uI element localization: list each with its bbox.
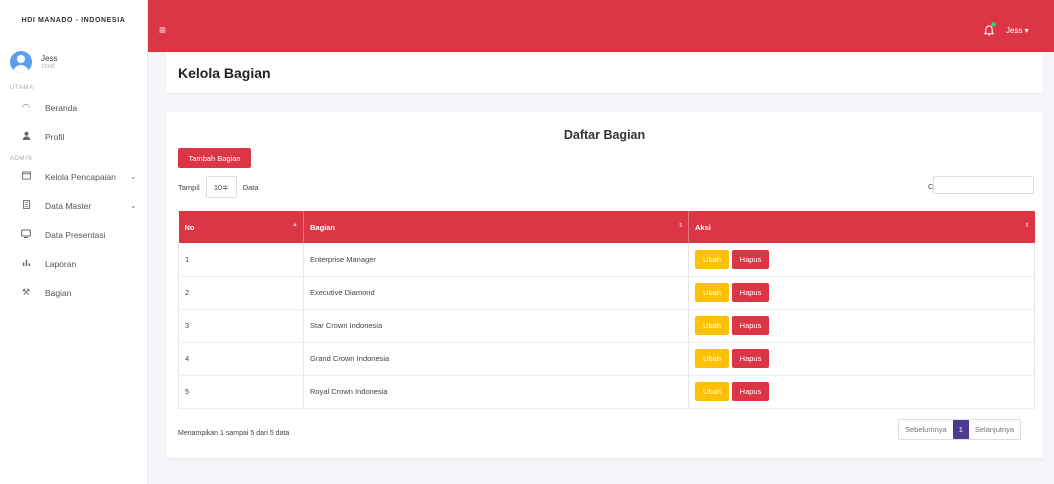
edit-button[interactable]: Ubah bbox=[695, 349, 729, 368]
sidebar-item-data-presentasi[interactable]: Data Presentasi bbox=[0, 220, 147, 249]
cell-aksi: Ubah Hapus bbox=[688, 375, 1035, 409]
page-title: Kelola Bagian bbox=[178, 65, 271, 81]
cell-aksi: Ubah Hapus bbox=[688, 309, 1035, 343]
delete-button[interactable]: Hapus bbox=[732, 316, 769, 335]
column-header-bagian[interactable]: Bagian ⇕ bbox=[303, 211, 689, 243]
search-input[interactable] bbox=[933, 176, 1034, 194]
bagian-card: Daftar Bagian Tambah Bagian Tampil 10≑ D… bbox=[166, 112, 1043, 458]
table-row: 3 Star Crown Indonesia Ubah Hapus bbox=[178, 309, 1035, 343]
card-title: Daftar Bagian bbox=[563, 128, 646, 142]
table-row: 2 Executive Diamond Ubah Hapus bbox=[178, 276, 1035, 310]
cell-bagian: Grand Crown Indonesia bbox=[303, 342, 689, 376]
gauge-icon: ◠ bbox=[22, 102, 30, 112]
cell-aksi: Ubah Hapus bbox=[688, 342, 1035, 376]
sidebar-item-label: Data Presentasi bbox=[45, 229, 106, 240]
table-row: 4 Grand Crown Indonesia Ubah Hapus bbox=[178, 342, 1035, 376]
page-length-control: Tampil 10≑ Data bbox=[178, 176, 259, 198]
delete-button[interactable]: Hapus bbox=[732, 349, 769, 368]
pagination-prev[interactable]: Sebelumnya bbox=[899, 420, 953, 439]
cell-aksi: Ubah Hapus bbox=[688, 276, 1035, 310]
sidebar-item-beranda[interactable]: ◠ Beranda bbox=[0, 93, 147, 122]
cell-no: 1 bbox=[178, 243, 304, 277]
delete-button[interactable]: Hapus bbox=[732, 283, 769, 302]
user-icon bbox=[21, 131, 31, 142]
cell-no: 3 bbox=[178, 309, 304, 343]
sidebar-item-data-master[interactable]: Data Master ⌄ bbox=[0, 191, 147, 220]
pagination-page-1[interactable]: 1 bbox=[952, 420, 969, 439]
cell-bagian: Enterprise Manager bbox=[303, 243, 689, 277]
table-header-row: No ▲ Bagian ⇕ Aksi ⇕ bbox=[178, 211, 1035, 243]
sidebar-item-bagian[interactable]: ⚒ Bagian bbox=[0, 278, 147, 307]
page-header: Kelola Bagian bbox=[166, 53, 1043, 93]
table-row: 1 Enterprise Manager Ubah Hapus bbox=[178, 243, 1035, 277]
edit-button[interactable]: Ubah bbox=[695, 382, 729, 401]
cell-no: 5 bbox=[178, 375, 304, 409]
avatar bbox=[10, 51, 32, 73]
cell-aksi: Ubah Hapus bbox=[688, 243, 1035, 277]
sidebar: HDI MANADO - INDONESIA Jess 12345 UTAMA … bbox=[0, 0, 148, 484]
cell-bagian: Executive Diamond bbox=[303, 276, 689, 310]
sidebar-item-kelola-pencapaian[interactable]: Kelola Pencapaian ⌄ bbox=[0, 162, 147, 191]
sidebar-item-label: Laporan bbox=[45, 258, 77, 269]
edit-button[interactable]: Ubah bbox=[695, 249, 729, 269]
user-menu-dropdown[interactable]: Jess ▾ bbox=[1006, 26, 1029, 35]
show-suffix-label: Data bbox=[242, 182, 259, 192]
cell-bagian: Star Crown Indonesia bbox=[303, 309, 689, 343]
topbar: ≡ Jess ▾ bbox=[148, 0, 1054, 52]
bar-chart-icon bbox=[21, 258, 31, 269]
sidebar-item-label: Kelola Pencapaian bbox=[45, 171, 116, 182]
page-length-select[interactable]: 10≑ bbox=[205, 176, 237, 198]
tools-icon: ⚒ bbox=[21, 287, 31, 297]
document-icon bbox=[21, 200, 31, 211]
brand-title: HDI MANADO - INDONESIA bbox=[21, 16, 126, 24]
show-prefix-label: Tampil bbox=[178, 182, 200, 192]
sort-icon: ⇕ bbox=[677, 223, 683, 229]
table-row: 5 Royal Crown Indonesia Ubah Hapus bbox=[178, 375, 1035, 409]
sidebar-item-laporan[interactable]: Laporan bbox=[0, 249, 147, 278]
pagination-next[interactable]: Selanjutnya bbox=[969, 420, 1020, 439]
user-name: Jess bbox=[41, 54, 58, 64]
bell-icon[interactable] bbox=[983, 25, 995, 39]
section-utama: UTAMA bbox=[10, 85, 34, 91]
cell-no: 4 bbox=[178, 342, 304, 376]
delete-button[interactable]: Hapus bbox=[732, 249, 769, 269]
column-header-no[interactable]: No ▲ bbox=[178, 211, 304, 243]
chevron-down-icon: ⌄ bbox=[130, 201, 137, 210]
user-id: 12345 bbox=[41, 63, 55, 70]
edit-button[interactable]: Ubah bbox=[695, 283, 729, 302]
sort-icon: ⇕ bbox=[1024, 223, 1030, 229]
table-info: Menampikan 1 sampai 5 dari 5 data bbox=[178, 430, 290, 437]
notification-dot bbox=[991, 22, 996, 27]
sort-asc-icon: ▲ bbox=[292, 222, 298, 228]
delete-button[interactable]: Hapus bbox=[732, 382, 769, 401]
add-bagian-button[interactable]: Tambah Bagian bbox=[178, 148, 251, 168]
chevron-down-icon: ⌄ bbox=[130, 172, 137, 181]
user-panel: Jess 12345 bbox=[0, 40, 147, 73]
window-icon bbox=[21, 171, 31, 182]
hamburger-menu-icon[interactable]: ≡ bbox=[159, 24, 166, 36]
pagination: Sebelumnya 1 Selanjutnya bbox=[898, 419, 1022, 440]
column-header-aksi[interactable]: Aksi ⇕ bbox=[688, 211, 1035, 243]
edit-button[interactable]: Ubah bbox=[695, 316, 729, 335]
bagian-table: No ▲ Bagian ⇕ Aksi ⇕ 1 Enterprise Manager U… bbox=[178, 211, 1035, 409]
sidebar-item-label: Beranda bbox=[45, 102, 78, 113]
cell-no: 2 bbox=[178, 276, 304, 310]
monitor-icon bbox=[21, 229, 31, 240]
sidebar-item-label: Bagian bbox=[45, 287, 72, 298]
sidebar-item-label: Data Master bbox=[45, 200, 92, 211]
cell-bagian: Royal Crown Indonesia bbox=[303, 375, 689, 409]
sidebar-item-label: Profil bbox=[45, 131, 65, 142]
sidebar-item-profil[interactable]: Profil bbox=[0, 122, 147, 151]
